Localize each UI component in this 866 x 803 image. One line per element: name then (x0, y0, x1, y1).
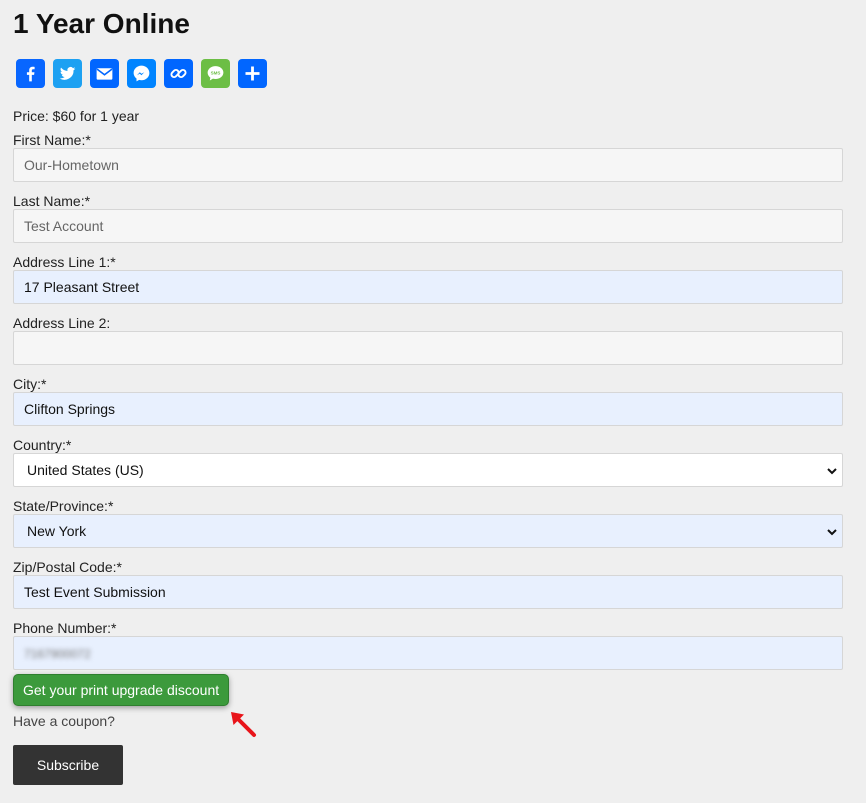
copy-link-icon[interactable] (164, 59, 193, 88)
first-name-label: First Name:* (13, 132, 91, 148)
last-name-label: Last Name:* (13, 193, 91, 209)
phone-value-blurred: 7167900072 (24, 647, 91, 661)
city-input[interactable]: Clifton Springs (13, 392, 843, 426)
address-line-1-label: Address Line 1:* (13, 254, 116, 270)
city-label: City:* (13, 376, 47, 392)
country-select-value: United States (US) (27, 462, 144, 478)
address-line-2-label: Address Line 2: (13, 315, 111, 331)
sms-icon[interactable]: SMS (201, 59, 230, 88)
subscribe-button[interactable]: Subscribe (13, 745, 123, 785)
phone-label: Phone Number:* (13, 620, 117, 636)
address-line-1-input[interactable]: 17 Pleasant Street (13, 270, 843, 304)
zip-label: Zip/Postal Code:* (13, 559, 122, 575)
state-label: State/Province:* (13, 498, 114, 514)
print-upgrade-discount-button[interactable]: Get your print upgrade discount (13, 674, 230, 706)
have-coupon-link[interactable]: Have a coupon? (13, 712, 115, 730)
chevron-down-icon (827, 468, 837, 475)
phone-input[interactable]: 7167900072 (13, 636, 843, 670)
country-select[interactable]: United States (US) (13, 453, 843, 487)
email-icon[interactable] (90, 59, 119, 88)
zip-input[interactable]: Test Event Submission (13, 575, 843, 609)
address-line-2-input[interactable] (13, 331, 843, 365)
first-name-input[interactable]: Our-Hometown (13, 148, 843, 182)
messenger-icon[interactable] (127, 59, 156, 88)
last-name-input[interactable]: Test Account (13, 209, 843, 243)
twitter-icon[interactable] (53, 59, 82, 88)
facebook-icon[interactable] (16, 59, 45, 88)
page-title: 1 Year Online (13, 8, 190, 39)
state-select[interactable]: New York (13, 514, 843, 548)
state-select-value: New York (27, 523, 87, 539)
price-text: Price: $60 for 1 year (13, 108, 140, 124)
annotation-arrow-icon (231, 712, 256, 737)
share-more-icon[interactable] (238, 59, 267, 88)
sms-icon-text: SMS (211, 71, 221, 76)
country-label: Country:* (13, 437, 72, 453)
share-bar: SMS (16, 59, 267, 88)
chevron-down-icon (827, 529, 837, 536)
